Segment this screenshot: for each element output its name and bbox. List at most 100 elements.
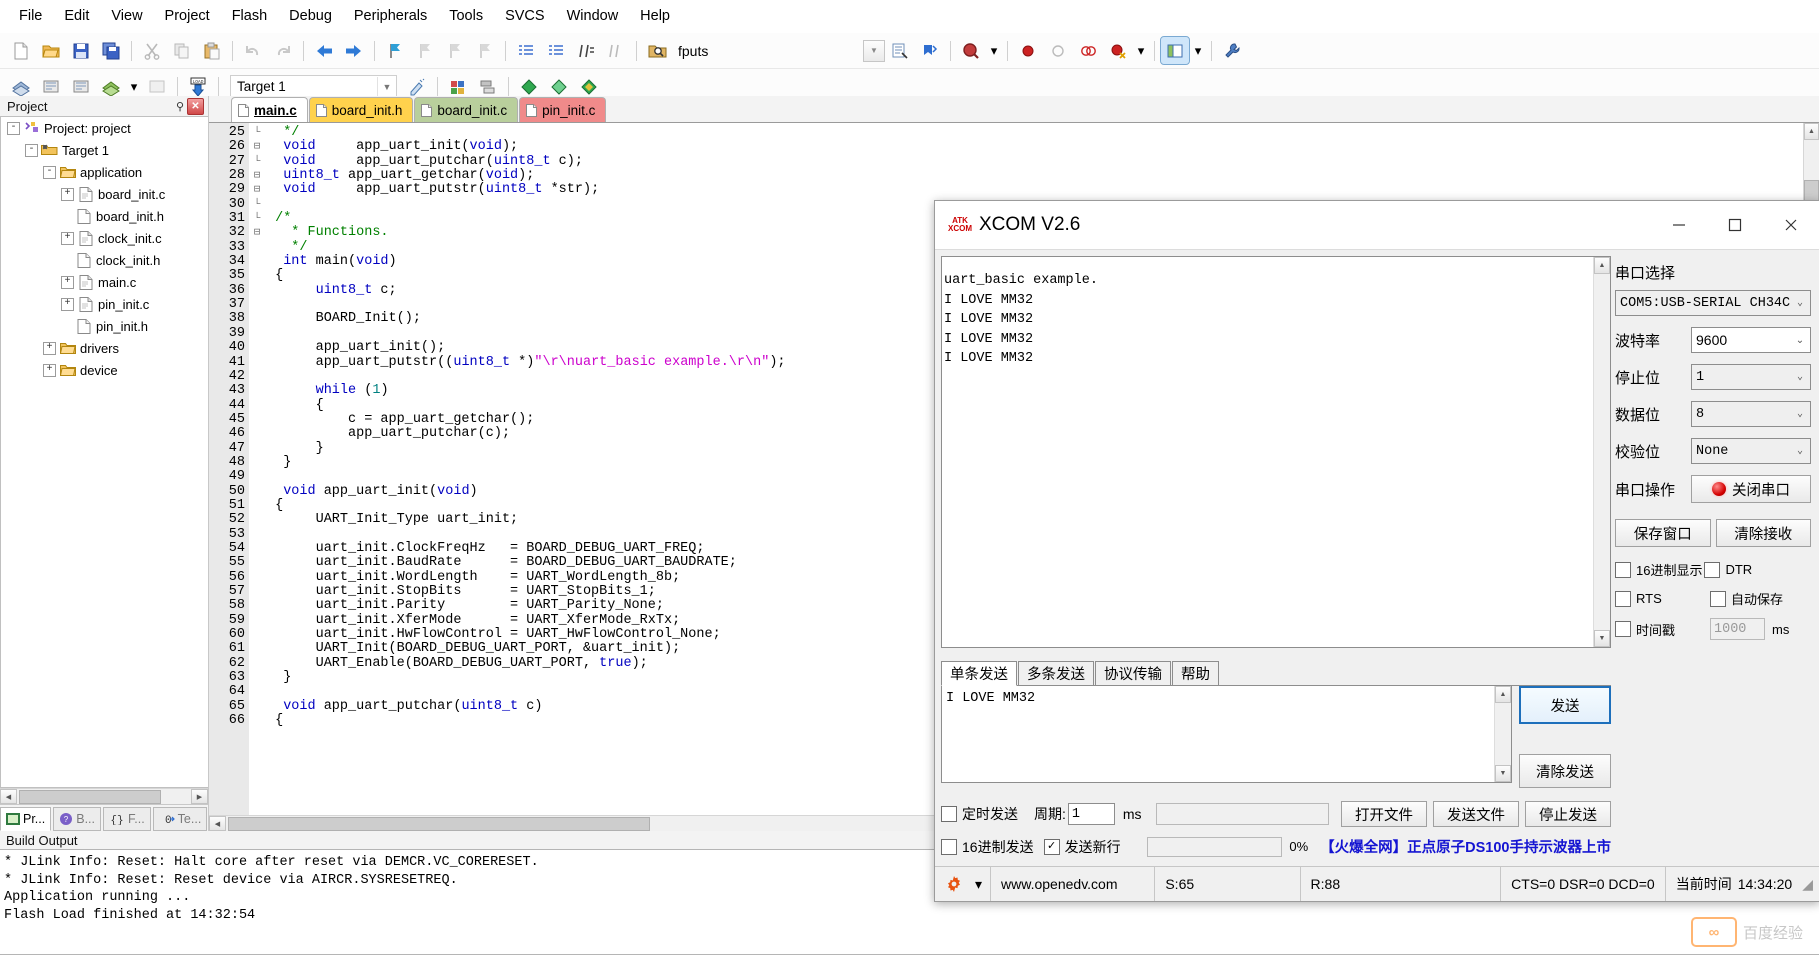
scroll-up-icon[interactable]: ▲: [1594, 257, 1610, 274]
serial-field-combo[interactable]: 8 ⌄: [1691, 401, 1811, 427]
prev-bookmark-icon[interactable]: [441, 37, 469, 64]
bookmark-toggle-icon[interactable]: [916, 37, 944, 64]
outdent-icon[interactable]: [542, 37, 570, 64]
new-file-icon[interactable]: [7, 37, 35, 64]
tree-node-main-c[interactable]: + main.c: [1, 271, 208, 293]
serial-field-combo[interactable]: 1 ⌄: [1691, 364, 1811, 390]
autosave-checkbox[interactable]: [1710, 590, 1726, 607]
scroll-left-icon[interactable]: ◀: [209, 816, 226, 831]
tree-expander[interactable]: -: [25, 143, 38, 157]
debug-magnifier-icon[interactable]: [957, 37, 985, 64]
rts-checkbox[interactable]: [1615, 590, 1631, 607]
save-all-icon[interactable]: [97, 37, 125, 64]
breakpoint-icon[interactable]: [1014, 37, 1042, 64]
project-tree[interactable]: - Project: project - Target 1- application + b…: [0, 116, 208, 788]
status-site[interactable]: www.openedv.com: [991, 867, 1156, 901]
tree-node-device[interactable]: + device: [1, 359, 208, 381]
forward-arrow-icon[interactable]: [340, 37, 368, 64]
tree-expander[interactable]: -: [7, 121, 20, 135]
settings-gear-icon[interactable]: [935, 867, 967, 901]
menu-item-edit[interactable]: Edit: [53, 4, 100, 28]
tree-node-application[interactable]: - application: [1, 161, 208, 183]
menu-item-flash[interactable]: Flash: [221, 4, 278, 28]
indent-icon[interactable]: [512, 37, 540, 64]
send-tab-2[interactable]: 协议传输: [1095, 661, 1171, 685]
editor-tab-pin-init-c[interactable]: pin_init.c: [519, 97, 607, 122]
tree-node-project-project[interactable]: - Project: project: [1, 117, 208, 139]
tree-node-clock-init-h[interactable]: clock_init.h: [1, 249, 208, 271]
xcom-window[interactable]: ATK XCOM XCOM V2.6 uart_basic example. I…: [934, 200, 1819, 902]
timestamp-checkbox[interactable]: [1615, 621, 1631, 637]
editor-tab-board-init-h[interactable]: board_init.h: [308, 97, 414, 122]
project-panel-tab-2[interactable]: {} F...: [103, 807, 151, 831]
close-port-button[interactable]: 关闭串口: [1691, 475, 1811, 503]
project-panel-tab-3[interactable]: 0 Te...: [152, 807, 208, 831]
send-scrollbar[interactable]: ▲ ▼: [1494, 686, 1511, 782]
menu-item-svcs[interactable]: SVCS: [494, 4, 556, 28]
copy-icon[interactable]: [168, 37, 196, 64]
minimize-button[interactable]: [1651, 201, 1707, 249]
dtr-checkbox[interactable]: [1704, 561, 1721, 578]
send-file-button[interactable]: 发送文件: [1433, 801, 1519, 827]
hex-send-checkbox[interactable]: [941, 838, 957, 855]
kill-breakpoints-icon[interactable]: [1104, 37, 1132, 64]
menu-item-view[interactable]: View: [100, 4, 153, 28]
xcom-titlebar[interactable]: ATK XCOM XCOM V2.6: [935, 201, 1819, 250]
debug-dropdown-icon[interactable]: ▾: [987, 37, 1001, 64]
editor-tab-main-c[interactable]: main.c: [231, 97, 308, 122]
back-arrow-icon[interactable]: [310, 37, 338, 64]
comment-icon[interactable]: [572, 37, 600, 64]
period-input[interactable]: 1: [1067, 803, 1115, 825]
scroll-up-icon[interactable]: ▲: [1495, 686, 1511, 703]
hex-display-checkbox[interactable]: [1615, 561, 1631, 578]
tree-node-clock-init-c[interactable]: + clock_init.c: [1, 227, 208, 249]
tree-node-board-init-h[interactable]: board_init.h: [1, 205, 208, 227]
save-window-button[interactable]: 保存窗口: [1615, 519, 1711, 547]
port-selector[interactable]: COM5:USB-SERIAL CH34C ⌄: [1615, 290, 1811, 316]
scroll-down-icon[interactable]: ▼: [1495, 765, 1511, 782]
clear-receive-button[interactable]: 清除接收: [1715, 519, 1811, 547]
send-tab-0[interactable]: 单条发送: [941, 661, 1017, 686]
tree-node-pin-init-c[interactable]: + pin_init.c: [1, 293, 208, 315]
scroll-down-icon[interactable]: ▼: [1594, 630, 1610, 647]
fold-column[interactable]: └ ⊟ └ ⊟ ⊟ └ └ ⊟: [249, 123, 265, 815]
clear-send-button[interactable]: 清除发送: [1519, 754, 1611, 788]
send-button[interactable]: 发送: [1519, 686, 1611, 724]
find-next-icon[interactable]: [886, 37, 914, 64]
stop-send-button[interactable]: 停止发送: [1525, 801, 1611, 827]
tree-expander[interactable]: +: [61, 275, 74, 289]
tree-expander[interactable]: -: [43, 165, 56, 179]
scroll-thumb[interactable]: [19, 789, 161, 804]
breakpoints-disable-all-icon[interactable]: [1074, 37, 1102, 64]
tree-node-drivers[interactable]: + drivers: [1, 337, 208, 359]
maximize-button[interactable]: [1707, 201, 1763, 249]
scroll-thumb[interactable]: [228, 816, 650, 831]
cut-icon[interactable]: [138, 37, 166, 64]
next-bookmark-icon[interactable]: [411, 37, 439, 64]
uncomment-icon[interactable]: [602, 37, 630, 64]
manage-windows-dropdown-icon[interactable]: ▾: [1191, 37, 1205, 64]
timed-send-checkbox[interactable]: [941, 806, 957, 822]
project-panel-tab-0[interactable]: Pr...: [0, 807, 52, 831]
send-tab-3[interactable]: 帮助: [1172, 661, 1219, 685]
scroll-right-icon[interactable]: ▶: [191, 789, 208, 804]
find-input[interactable]: fputs: [672, 40, 863, 62]
menu-item-peripherals[interactable]: Peripherals: [343, 4, 438, 28]
close-icon[interactable]: ✕: [187, 97, 204, 115]
scroll-left-icon[interactable]: ◀: [0, 789, 17, 804]
clear-bookmarks-icon[interactable]: [471, 37, 499, 64]
configure-icon[interactable]: [1218, 37, 1246, 64]
save-icon[interactable]: [67, 37, 95, 64]
timestamp-interval-input[interactable]: 1000: [1710, 618, 1765, 640]
menu-item-window[interactable]: Window: [556, 4, 630, 28]
manage-windows-icon[interactable]: [1160, 36, 1190, 65]
send-area[interactable]: I LOVE MM32 ▲ ▼: [941, 686, 1512, 783]
paste-icon[interactable]: [198, 37, 226, 64]
receive-area[interactable]: uart_basic example. I LOVE MM32 I LOVE M…: [941, 256, 1611, 648]
serial-field-combo[interactable]: None ⌄: [1691, 438, 1811, 464]
bookmark-icon[interactable]: [381, 37, 409, 64]
tree-expander[interactable]: +: [61, 297, 74, 311]
tree-expander[interactable]: +: [43, 363, 56, 377]
tree-expander[interactable]: +: [61, 187, 74, 201]
kill-breakpoints-dropdown-icon[interactable]: ▾: [1134, 37, 1148, 64]
